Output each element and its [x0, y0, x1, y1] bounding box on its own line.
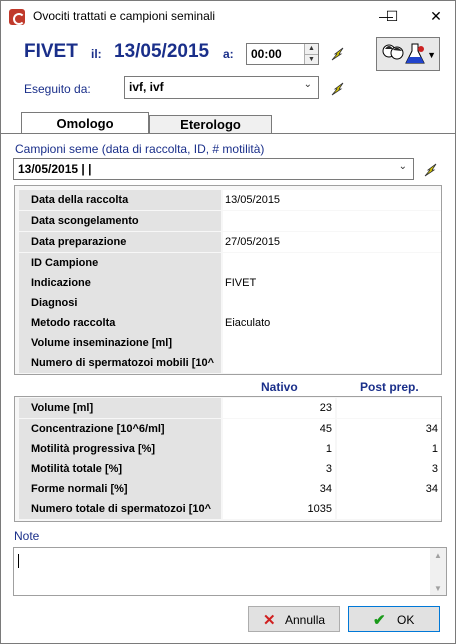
nativo-value[interactable]: 3 — [223, 459, 335, 479]
detail-key: Data preparazione — [19, 232, 221, 252]
detail-value[interactable]: Eiaculato — [223, 313, 441, 333]
time-up-button[interactable]: ▲ — [304, 44, 318, 54]
detail-value[interactable] — [223, 293, 441, 313]
time-value: 00:00 — [251, 47, 282, 61]
procedure-label: FIVET — [24, 41, 78, 62]
detail-value[interactable]: 27/05/2015 — [223, 232, 441, 252]
tab-eterologo[interactable]: Eterologo — [149, 115, 272, 134]
chevron-down-icon[interactable]: ▼ — [434, 584, 442, 593]
measure-key: Concentrazione [10^6/ml] — [19, 419, 221, 439]
lab-flask-icon — [405, 43, 425, 64]
title-bar: Ovociti trattati e campioni seminali — ☐… — [1, 1, 455, 32]
detail-key: ID Campione — [19, 253, 221, 273]
note-label: Note — [14, 529, 40, 543]
measure-key: Volume [ml] — [19, 398, 221, 418]
detail-value[interactable]: 13/05/2015 — [223, 190, 441, 210]
measure-key: Motilità progressiva [%] — [19, 439, 221, 459]
detail-value[interactable] — [223, 211, 441, 231]
detail-value[interactable]: FIVET — [223, 273, 441, 293]
cancel-button-label: Annulla — [285, 613, 326, 627]
note-textarea[interactable]: ▲ ▼ — [13, 547, 447, 596]
ok-button-label: OK — [397, 613, 415, 627]
measure-key: Motilità totale [%] — [19, 459, 221, 479]
post-value[interactable]: 34 — [337, 419, 441, 439]
text-caret — [18, 554, 19, 568]
close-button[interactable]: ✕ — [413, 1, 456, 32]
dialog-window: Ovociti trattati e campioni seminali — ☐… — [0, 0, 456, 644]
cancel-button[interactable]: ✕ Annulla — [248, 606, 340, 632]
detail-key: Numero di spermatozoi mobili [10^ — [19, 353, 221, 373]
detail-value[interactable] — [223, 333, 441, 353]
tab-strip: Omologo Eterologo — [13, 112, 443, 134]
eseguito-label: Eseguito da: — [24, 82, 91, 96]
note-scrollbar[interactable]: ▲ ▼ — [430, 548, 446, 595]
chevron-up-icon[interactable]: ▲ — [434, 551, 442, 560]
measure-key: Forme normali [%] — [19, 479, 221, 499]
dialog-body: FIVET il: 13/05/2015 a: 00:00 ▲ ▼ ▼ Eseg… — [1, 32, 455, 643]
maximize-button[interactable]: ☐ — [369, 1, 415, 32]
app-icon — [9, 9, 25, 25]
campioni-value: 13/05/2015 | | — [18, 162, 92, 176]
eseguito-value: ivf, ivf — [129, 80, 164, 94]
chevron-down-icon: ▼ — [427, 50, 436, 60]
detail-key: Data della raccolta — [19, 190, 221, 210]
detail-value[interactable] — [223, 353, 441, 373]
lightning-icon[interactable] — [329, 45, 347, 63]
chevron-down-icon: ⌄ — [303, 79, 312, 90]
window-title: Ovociti trattati e campioni seminali — [33, 9, 216, 23]
nativo-value[interactable]: 23 — [223, 398, 335, 418]
tab-divider — [1, 133, 455, 134]
il-label: il: — [91, 47, 102, 61]
post-value[interactable] — [337, 398, 441, 418]
check-icon: ✔ — [373, 612, 386, 629]
user-menu-button[interactable]: ▼ — [376, 37, 440, 71]
campioni-select[interactable]: 13/05/2015 | | ⌄ — [13, 158, 414, 180]
measure-key: Numero totale di spermatozoi [10^ — [19, 499, 221, 519]
post-value[interactable]: 1 — [337, 439, 441, 459]
time-down-button[interactable]: ▼ — [304, 54, 318, 64]
lightning-icon[interactable] — [422, 161, 440, 179]
detail-key: Volume inseminazione [ml] — [19, 333, 221, 353]
chevron-down-icon: ⌄ — [398, 161, 407, 172]
ok-button[interactable]: ✔ OK — [348, 606, 440, 632]
post-value[interactable] — [337, 499, 441, 519]
sample-details-table: Data della raccolta 13/05/2015 Data scong… — [14, 185, 442, 375]
cancel-x-icon: ✕ — [263, 612, 276, 629]
detail-value[interactable] — [223, 253, 441, 273]
a-label: a: — [223, 47, 234, 61]
nativo-value[interactable]: 1 — [223, 439, 335, 459]
column-header-nativo: Nativo — [261, 380, 298, 394]
eseguito-select[interactable]: ivf, ivf ⌄ — [124, 76, 319, 99]
procedure-date: 13/05/2015 — [114, 41, 210, 62]
lightning-icon[interactable] — [329, 80, 347, 98]
nativo-value[interactable]: 1035 — [223, 499, 335, 519]
time-stepper[interactable]: 00:00 ▲ ▼ — [246, 43, 319, 65]
measures-table: Volume [ml] 23 Concentrazione [10^6/ml] 45… — [14, 396, 442, 522]
nativo-value[interactable]: 34 — [223, 479, 335, 499]
detail-key: Diagnosi — [19, 293, 221, 313]
campioni-label: Campioni seme (data di raccolta, ID, # m… — [15, 142, 265, 156]
detail-key: Indicazione — [19, 273, 221, 293]
detail-key: Metodo raccolta — [19, 313, 221, 333]
tab-omologo[interactable]: Omologo — [21, 112, 149, 134]
column-header-post-prep: Post prep. — [360, 380, 419, 394]
post-value[interactable]: 34 — [337, 479, 441, 499]
detail-key: Data scongelamento — [19, 211, 221, 231]
post-value[interactable]: 3 — [337, 459, 441, 479]
nativo-value[interactable]: 45 — [223, 419, 335, 439]
